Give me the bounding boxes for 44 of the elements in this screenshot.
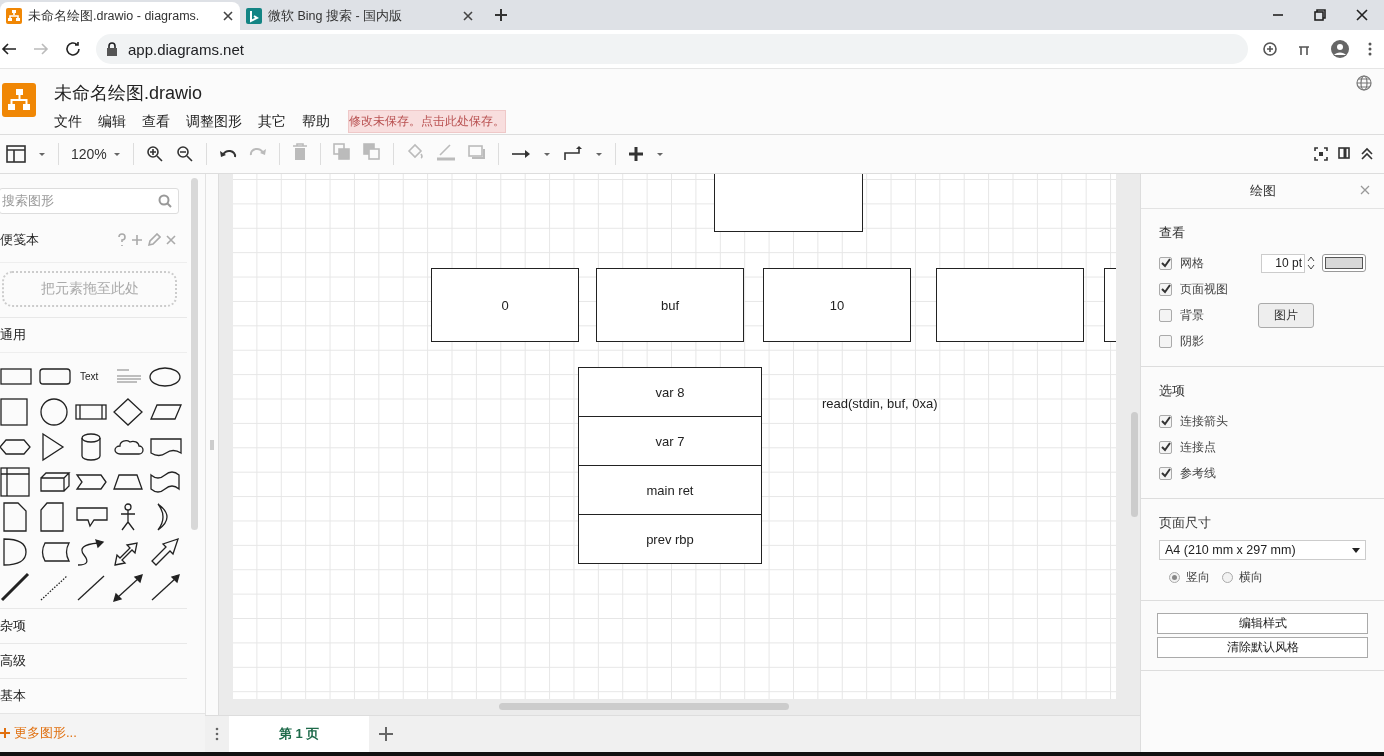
grid-size-field[interactable]: 10 pt — [1261, 253, 1305, 273]
sidebar-section-header[interactable]: 杂项 — [0, 608, 187, 643]
diagram-box[interactable]: var 8 — [578, 367, 762, 417]
menu-item[interactable]: 调整图形 — [186, 110, 242, 133]
text-shape[interactable]: Text — [80, 371, 99, 382]
diagram-box[interactable]: 0 — [431, 268, 579, 342]
checkbox-label: 页面视图 — [1180, 280, 1228, 298]
page-size-dropdown[interactable]: A4 (210 mm x 297 mm) — [1159, 540, 1366, 560]
panel-button[interactable]: 清除默认风格 — [1157, 637, 1368, 658]
checkbox-label: 阴影 — [1180, 332, 1204, 350]
unsaved-changes-notice[interactable]: 修改未保存。点击此处保存。 — [348, 110, 506, 133]
diagram-box[interactable]: main ret — [578, 465, 762, 515]
checkbox-label: 网格 — [1180, 254, 1204, 272]
section-title: 查看 — [1159, 225, 1186, 242]
document-title[interactable]: 未命名绘图.drawio — [54, 81, 506, 105]
menu-item[interactable]: 帮助 — [302, 110, 330, 133]
section-title: 页面尺寸 — [1159, 515, 1212, 532]
menu-item[interactable]: 其它 — [258, 110, 286, 133]
panel-title: 绘图 — [1249, 182, 1276, 200]
sidebar-section-header[interactable]: 通用 — [0, 317, 187, 352]
image-button[interactable]: 图片 — [1258, 302, 1314, 328]
zoom-dropdown[interactable]: 120% — [71, 146, 121, 162]
radio-label: 横向 — [1239, 568, 1263, 586]
menu-item[interactable]: 文件 — [54, 110, 82, 133]
diagram-box[interactable]: var 7 — [578, 416, 762, 466]
panel-button[interactable]: 编辑样式 — [1157, 613, 1368, 634]
browser-tab[interactable]: 未命名绘图.drawio - diagrams. — [0, 2, 240, 30]
checkbox-label: 连接箭头 — [1180, 412, 1228, 430]
scratchpad-title[interactable]: 便笺本 — [0, 231, 39, 249]
diagram-box[interactable]: buf — [596, 268, 744, 342]
menu-item[interactable]: 查看 — [142, 110, 170, 133]
checkbox-label: 连接点 — [1180, 438, 1216, 456]
diagram-box[interactable]: prev rbp — [578, 514, 762, 564]
diagram-box[interactable]: 10 — [763, 268, 911, 342]
checkbox-label: 参考线 — [1180, 464, 1216, 482]
radio-label: 竖向 — [1186, 568, 1210, 586]
section-title: 选项 — [1159, 383, 1186, 400]
sidebar-section-header[interactable]: 高级 — [0, 643, 187, 678]
browser-tab[interactable]: 微软 Bing 搜索 - 国内版 — [240, 2, 480, 30]
menu-item[interactable]: 编辑 — [98, 110, 126, 133]
address-field[interactable]: app.diagrams.net — [96, 34, 1248, 64]
page-tab[interactable]: 第 1 页 — [229, 716, 369, 752]
diagram-text[interactable]: read(stdin, buf, 0xa) — [822, 396, 938, 411]
checkbox-label: 背景 — [1180, 306, 1204, 324]
